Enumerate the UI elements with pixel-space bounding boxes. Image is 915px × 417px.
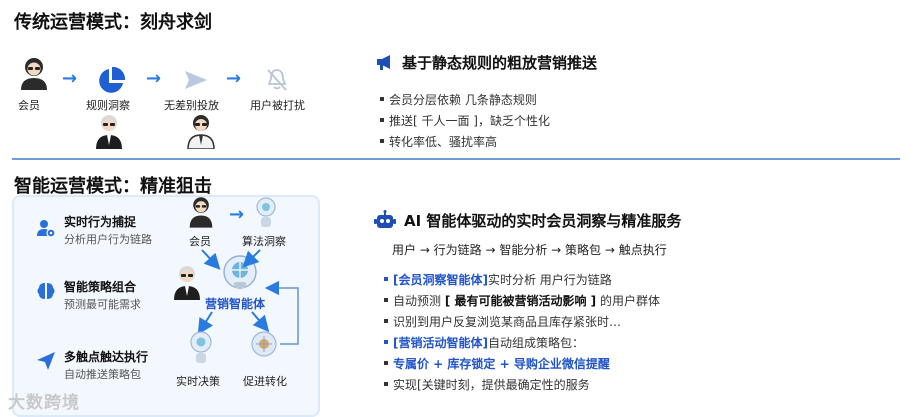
smart-heading: AI 智能体驱动的实时会员洞察与精准服务 bbox=[404, 212, 682, 230]
operator-avatar-icon bbox=[186, 113, 216, 153]
feature-title: 实时行为捕捉 bbox=[64, 215, 137, 229]
flow-arrow-1: → bbox=[62, 68, 78, 89]
bullet-text: 专属价 + 库存锁定 + 导购企业微信提醒 bbox=[393, 357, 610, 371]
traditional-bullet: 会员分层依赖 几条静态规则 bbox=[380, 91, 537, 108]
feature-title: 智能策略组合 bbox=[64, 280, 137, 294]
watermark: 大数跨境 bbox=[8, 393, 80, 413]
bullet-dot bbox=[384, 297, 388, 302]
bullet-dot bbox=[384, 276, 388, 281]
traditional-bullet: 推送[ 千人一面 ]，缺乏个性化 bbox=[380, 112, 550, 129]
bullet-text: 识别到用户反复浏览某商品且库存紧张时… bbox=[393, 315, 622, 329]
decision-robot-icon bbox=[186, 330, 216, 368]
analyst-avatar-icon bbox=[94, 113, 124, 153]
traditional-heading: 基于静态规则的粗放营销推送 bbox=[402, 54, 598, 72]
conversion-robot-icon bbox=[248, 330, 280, 368]
feature-subtitle: 预测最可能需求 bbox=[64, 298, 141, 311]
bullet-text: [营销活动智能体] bbox=[393, 336, 488, 350]
diagram-arrow-member-algorithm: → bbox=[229, 204, 245, 225]
feature-subtitle: 自动推送策略包 bbox=[64, 368, 141, 381]
algorithm-robot-icon bbox=[252, 196, 280, 232]
traditional-bullet: 转化率低、骚扰率高 bbox=[380, 133, 497, 150]
diagram-label-conversion: 促进转化 bbox=[243, 375, 287, 388]
diagram-label-decision: 实时决策 bbox=[176, 375, 220, 388]
smart-bullet: 实现[关键时刻，提供最确定性的服务 bbox=[384, 375, 660, 396]
smart-bullet: 识别到用户反复浏览某商品且库存紧张时… bbox=[384, 312, 660, 333]
flow-arrow-2: → bbox=[146, 68, 162, 89]
brain-icon bbox=[36, 281, 56, 305]
flow-label-rule-insight: 规则洞察 bbox=[86, 99, 130, 112]
bullet-text: [会员洞察智能体] bbox=[393, 273, 488, 287]
send-plane-icon bbox=[184, 70, 208, 94]
feature-title: 多触点触达执行 bbox=[64, 350, 149, 364]
smart-chain: 用户 → 行为链路 → 智能分析 → 策略包 → 触点执行 bbox=[392, 243, 667, 257]
smart-bullet: 专属价 + 库存锁定 + 导购企业微信提醒 bbox=[384, 354, 660, 375]
pie-chart-icon bbox=[96, 66, 126, 100]
smart-bullets: [会员洞察智能体]实时分析 用户行为链路 自动预测 [ 最有可能被营销活动影响 ]… bbox=[384, 270, 660, 396]
megaphone-icon bbox=[376, 54, 394, 74]
traditional-title: 传统运营模式：刻舟求剑 bbox=[14, 12, 212, 33]
diagram-member-avatar-icon bbox=[188, 196, 214, 232]
bullet-dot bbox=[384, 381, 388, 386]
bullet-text: 自动组成策略包： bbox=[487, 336, 584, 350]
smart-bullet: [营销活动智能体]自动组成策略包： bbox=[384, 333, 660, 354]
flow-arrow-3: → bbox=[226, 68, 242, 89]
section-divider bbox=[12, 158, 900, 160]
bullet-text: [ 最有可能被营销活动影响 ] bbox=[444, 294, 597, 308]
smart-bullet: [会员洞察智能体]实时分析 用户行为链路 bbox=[384, 270, 660, 291]
diagram-arrows bbox=[160, 240, 310, 364]
robot-icon bbox=[374, 210, 396, 234]
bullet-dot bbox=[384, 339, 388, 344]
flow-label-member: 会员 bbox=[18, 99, 40, 112]
smart-bullet: 自动预测 [ 最有可能被营销活动影响 ] 的用户群体 bbox=[384, 291, 660, 312]
bullet-dot bbox=[384, 318, 388, 323]
flow-label-disturbed: 用户被打扰 bbox=[250, 99, 305, 112]
bullet-text: 自动预测 bbox=[393, 294, 445, 308]
bullet-text: 实时分析 用户行为链路 bbox=[487, 273, 612, 287]
member-avatar-icon bbox=[18, 56, 50, 94]
feature-subtitle: 分析用户行为链路 bbox=[64, 233, 152, 246]
bullet-dot bbox=[384, 360, 388, 365]
bell-off-icon bbox=[266, 68, 288, 96]
flow-label-broadcast: 无差别投放 bbox=[164, 99, 219, 112]
bullet-text: 实现[关键时刻，提供最确定性的服务 bbox=[393, 378, 590, 392]
bullet-text: 的用户群体 bbox=[596, 294, 660, 308]
send-icon bbox=[36, 351, 56, 375]
user-gear-icon bbox=[36, 218, 56, 242]
